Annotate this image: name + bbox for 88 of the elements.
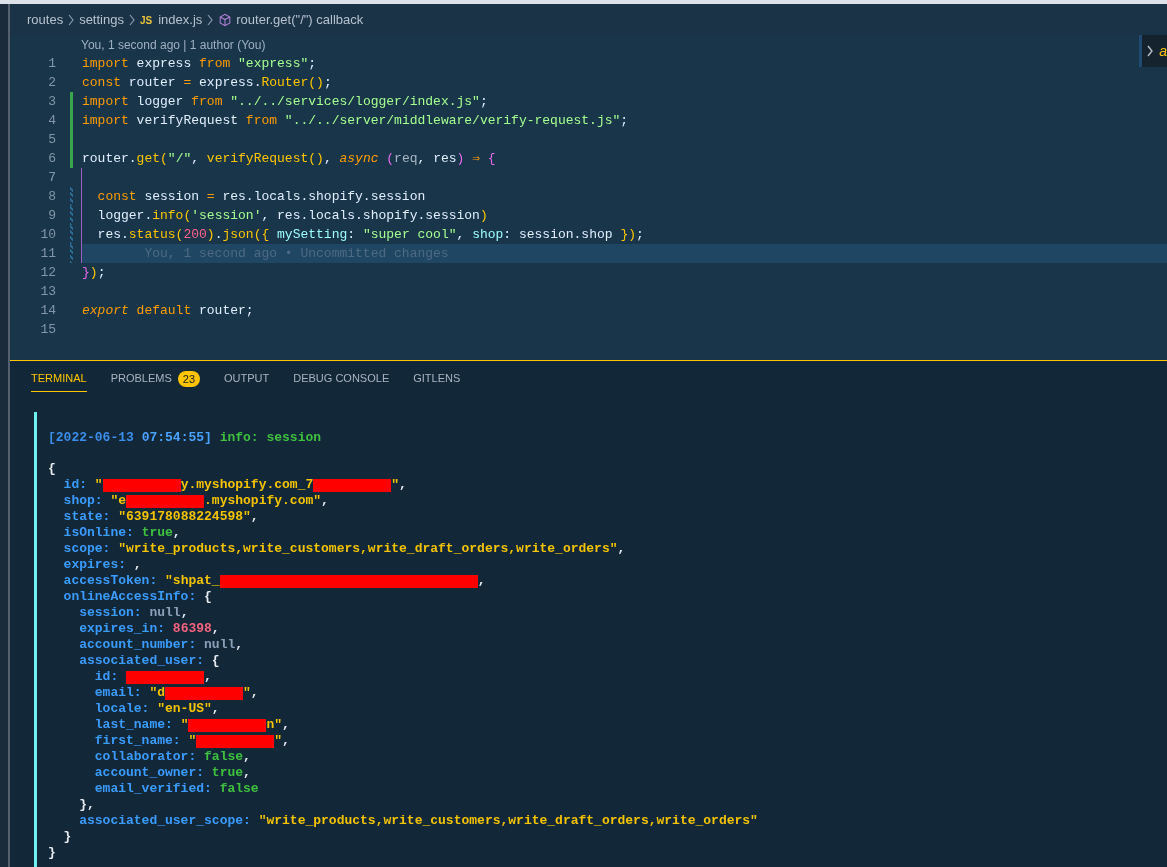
line-number: 5 — [47, 131, 56, 149]
panel-tab[interactable]: TERMINAL — [31, 366, 87, 392]
output-text: , — [250, 685, 259, 701]
output-text: "d — [149, 685, 166, 701]
breadcrumb-item[interactable]: index.js — [158, 10, 203, 30]
breadcrumb-item[interactable]: settings — [79, 10, 124, 30]
output-line: }, — [78, 797, 95, 812]
line-number: 4 — [47, 112, 56, 130]
code-line: logger.info('session', res.locals.shopify.session) — [96, 207, 488, 225]
output-text: email: — [93, 685, 143, 701]
line-number: 14 — [39, 302, 56, 320]
chevron-icon — [67, 14, 76, 26]
output-text: n" — [266, 717, 283, 733]
output-text: accessToken: — [62, 573, 159, 589]
line-number: 12 — [39, 264, 56, 282]
line-number: 7 — [47, 169, 56, 187]
breadcrumb-item[interactable]: routes — [27, 10, 64, 30]
output-line: state: "639178088224598", — [62, 509, 259, 524]
output-text: y.myshopify.com_7 — [180, 477, 314, 493]
line-number: 6 — [47, 150, 56, 168]
output-text: , — [282, 733, 290, 749]
line-number: 10 — [39, 226, 56, 244]
line-number: 8 — [47, 188, 56, 206]
code-line: router.get("/", verifyRequest(), async (req, res) ⇒ { — [82, 150, 496, 168]
code-line: }); — [82, 264, 106, 282]
line-number: 1 — [47, 55, 56, 73]
chevron-icon[interactable] — [1146, 45, 1154, 57]
output-text: , — [282, 717, 290, 733]
output-text: , — [477, 573, 486, 589]
output-text: .myshopify.com" — [204, 493, 322, 509]
output-text: , — [399, 477, 407, 493]
line-number: 11 — [39, 245, 56, 263]
output-line: { — [48, 461, 56, 476]
line-number: 15 — [39, 321, 56, 339]
code-line: export default router; — [82, 302, 254, 320]
panel-tab[interactable]: OUTPUT — [224, 366, 270, 392]
output-text: " — [274, 733, 283, 749]
output-line: associated_user_scope: "write_products,write_customers,write_draft_orders,write_orders" — [78, 813, 758, 828]
panel-tab[interactable]: PROBLEMS 23 — [110, 366, 200, 392]
output-line: account_number: null, — [78, 637, 244, 652]
output-line: session: null, — [78, 605, 189, 620]
code-line: import verifyRequest from "../../server/middleware/verify-request.js"; — [82, 112, 629, 130]
chevron-icon — [206, 14, 215, 26]
output-text: " — [391, 477, 400, 493]
output-text: shop: — [62, 493, 104, 509]
output-line: associated_user: { — [78, 653, 220, 668]
code-line: import logger from "../../services/logger/index.js"; — [82, 93, 488, 111]
output-text: , — [321, 493, 329, 509]
panel-tab[interactable]: DEBUG CONSOLE — [293, 366, 390, 392]
output-line: scope: "write_products,write_customers,write_draft_orders,write_orders", — [62, 541, 626, 556]
peek-text: a — [1159, 42, 1167, 60]
code-line: const session = res.locals.shopify.session — [96, 188, 426, 206]
output-line: email_verified: false — [93, 781, 259, 796]
panel-tab[interactable]: GITLENS — [413, 366, 461, 392]
output-line: } — [62, 829, 72, 844]
code-line: res.status(200).json({ mySetting: "super cool", shop: session.shop }); — [96, 226, 644, 244]
line-number: 13 — [39, 283, 56, 301]
output-text: "shpat_ — [165, 573, 220, 589]
output-text: " — [180, 717, 189, 733]
line-number: 3 — [47, 93, 56, 111]
output-line: onlineAccessInfo: { — [62, 589, 212, 604]
output-line: collaborator: false, — [93, 749, 251, 764]
line-number: 2 — [47, 74, 56, 92]
output-text: id: — [62, 477, 88, 493]
output-line: account_owner: true, — [93, 765, 251, 780]
output-line: expires: , — [62, 557, 142, 572]
output-line: } — [48, 845, 56, 860]
output-text: last_name: — [93, 717, 174, 733]
chevron-icon — [127, 14, 136, 26]
output-line: locale: "en-US", — [93, 701, 220, 716]
output-text: , — [204, 669, 212, 685]
output-line: isOnline: true, — [62, 525, 181, 540]
output-line: expires_in: 86398, — [78, 621, 220, 636]
line-number: 9 — [47, 207, 56, 225]
output-text: " — [188, 733, 197, 749]
code-line: import express from "express"; — [82, 55, 317, 73]
cube-icon — [218, 13, 233, 27]
output-text: "e — [110, 493, 127, 509]
output-text: " — [94, 477, 103, 493]
output-text: first_name: — [93, 733, 182, 749]
output-text: id: — [93, 669, 120, 685]
breadcrumb-item[interactable]: router.get("/") callback — [236, 10, 364, 30]
problem-count-badge: 23 — [177, 370, 200, 387]
log-line: [2022-06-13 07:54:55] info: session — [48, 430, 322, 445]
codelens-text[interactable]: You, 1 second ago | 1 author (You) — [81, 38, 266, 52]
output-text: " — [243, 685, 251, 701]
code-line: const router = express.Router(); — [82, 74, 332, 92]
javascript-file-icon: JS — [139, 12, 153, 28]
